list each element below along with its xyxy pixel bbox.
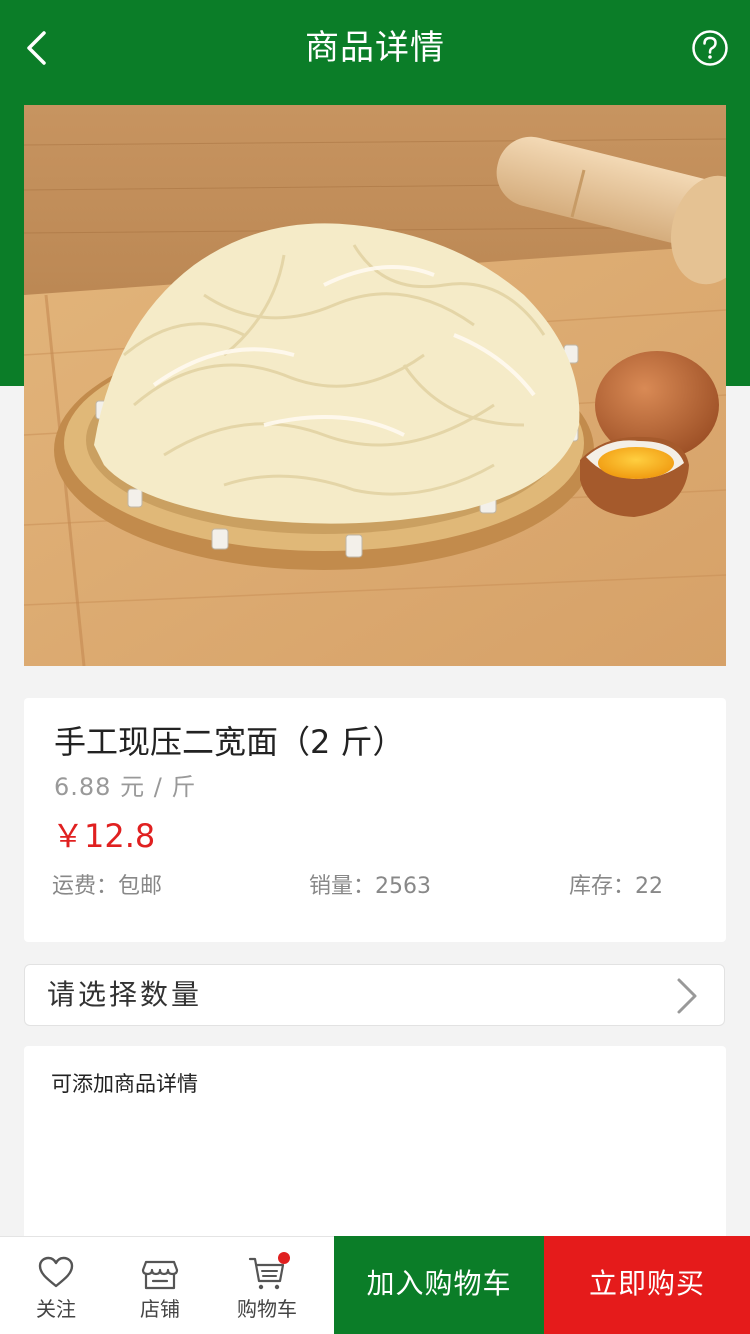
page-title: 商品详情 — [305, 28, 445, 68]
quantity-label: 请选择数量 — [47, 978, 203, 1011]
product-price: ￥12.8 — [52, 817, 156, 855]
add-to-cart-button[interactable]: 加入购物车 — [334, 1236, 544, 1334]
store-button[interactable]: 店铺 — [110, 1237, 210, 1334]
cart-label: 购物车 — [237, 1297, 297, 1321]
cart-button[interactable]: 购物车 — [217, 1237, 317, 1334]
product-info-card: 手工现压二宽面（2 斤） 6.88 元 / 斤 ￥12.8 运费：包邮 销量：2… — [24, 698, 726, 942]
sales-count: 销量：2563 — [309, 874, 431, 899]
heart-icon — [38, 1256, 74, 1288]
cart-badge-dot — [278, 1252, 290, 1264]
product-image[interactable] — [24, 105, 726, 666]
buy-now-button[interactable]: 立即购买 — [544, 1236, 750, 1334]
top-navigation-bar: 商品详情 — [0, 0, 750, 96]
question-circle-icon — [692, 30, 728, 66]
shipping-info: 运费：包邮 — [52, 874, 163, 899]
chevron-right-icon — [677, 978, 697, 1014]
noodles-photo — [24, 105, 726, 666]
quantity-selector[interactable]: 请选择数量 — [24, 964, 725, 1026]
unit-price: 6.88 元 / 斤 — [54, 773, 197, 801]
follow-label: 关注 — [36, 1297, 76, 1321]
help-button[interactable] — [690, 28, 730, 68]
product-details-section: 可添加商品详情 — [24, 1046, 726, 1246]
store-label: 店铺 — [140, 1297, 180, 1321]
follow-button[interactable]: 关注 — [6, 1237, 106, 1334]
product-name: 手工现压二宽面（2 斤） — [54, 723, 405, 761]
store-icon — [141, 1260, 179, 1290]
stock-count: 库存：22 — [569, 874, 663, 899]
details-placeholder: 可添加商品详情 — [51, 1072, 198, 1096]
